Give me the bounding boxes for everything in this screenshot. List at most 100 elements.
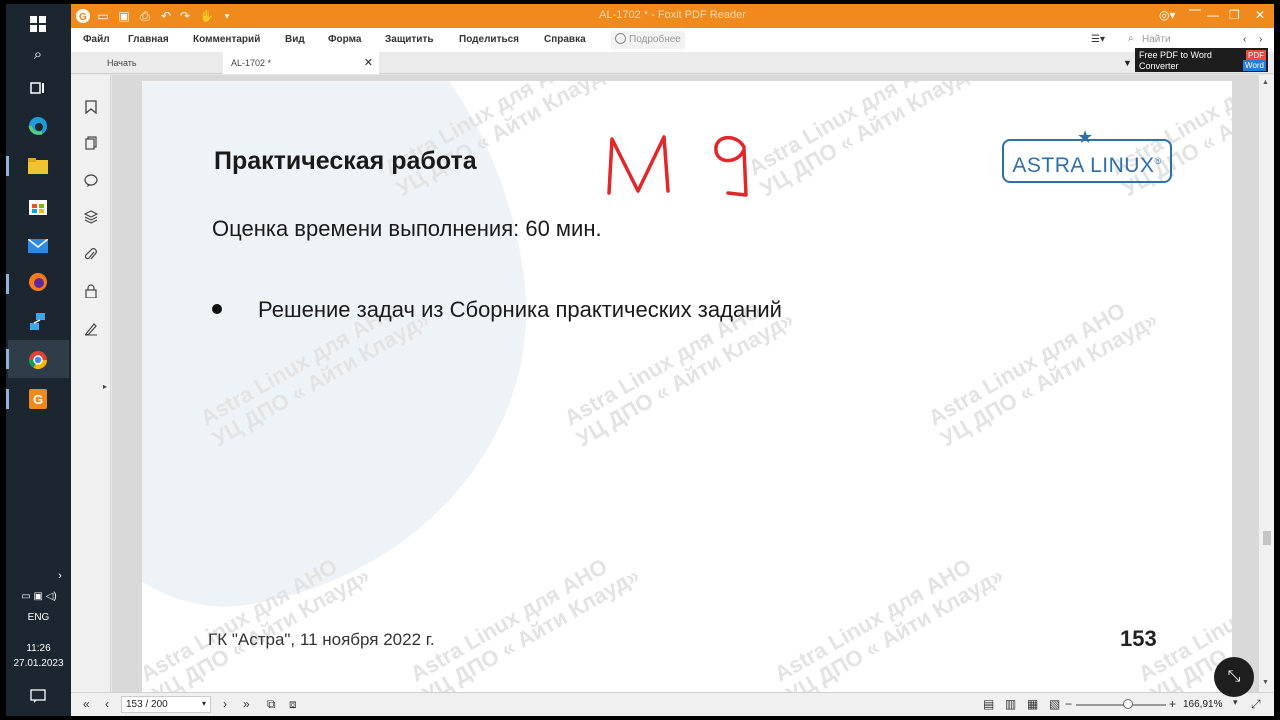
panel-expand-icon[interactable]: ▸	[101, 378, 109, 394]
attachments-icon[interactable]	[83, 247, 99, 263]
collapse-fullscreen-button[interactable]: ⤡	[1214, 657, 1254, 697]
notifications-icon[interactable]	[26, 684, 50, 708]
facing-view-icon[interactable]: ⧈	[289, 697, 297, 712]
search-placeholder: Найти	[1142, 34, 1171, 45]
foxit-reader-icon[interactable]: G	[26, 387, 50, 411]
slide-subtitle: Оценка времени выполнения: 60 мин.	[212, 216, 602, 241]
minimize-icon[interactable]: —	[1207, 8, 1219, 22]
zoom-level[interactable]: 166,91%	[1183, 699, 1222, 710]
tray-icons[interactable]: ▭ ▣ ◁)	[9, 584, 69, 608]
menu-comment[interactable]: Комментарий	[193, 34, 260, 45]
slide-page-number: 153	[1120, 626, 1157, 651]
continuous-view-icon[interactable]: ⧉	[267, 697, 276, 712]
facing-page-icon[interactable]: ▦	[1027, 697, 1038, 711]
watermark: Astra Linux для АНО УЦ ДПО « Айти Клауд»	[923, 297, 1162, 452]
tell-me-box[interactable]: Подробнее	[611, 31, 685, 49]
comments-icon[interactable]	[83, 172, 99, 188]
security-lock-icon[interactable]	[83, 283, 99, 299]
active-indicator	[6, 349, 9, 369]
clock-time[interactable]: 11:26	[6, 643, 71, 654]
search-field[interactable]: ⌕ Найти	[1126, 31, 1216, 49]
clock-date[interactable]: 27.01.2023	[6, 658, 71, 669]
logo-registered-mark: ®	[1154, 156, 1162, 166]
store-icon[interactable]	[26, 194, 50, 218]
single-page-icon[interactable]: ▤	[983, 697, 994, 711]
nav-back-icon[interactable]: ‹	[1243, 34, 1246, 45]
title-bar: G ▭ ▣ ⎙ ↶ ↷ ✋ ▾ AL-1702 * - Foxit PDF Re…	[71, 4, 1274, 28]
menu-home[interactable]: Главная	[128, 34, 169, 45]
continuous-facing-icon[interactable]: ▧	[1049, 697, 1060, 711]
search-options-icon[interactable]: ☰▾	[1091, 34, 1105, 45]
bullet-item: Решение задач из Сборника практических з…	[212, 297, 782, 323]
pdf-page: Astra Linux для АНО УЦ ДПО « Айти Клауд»…	[142, 81, 1232, 692]
menu-protect[interactable]: Защитить	[385, 34, 434, 45]
windows-taskbar: ⌕ G › ▭ ▣ ◁) ENG 11:26 27.01.2023	[6, 4, 71, 716]
svg-text:G: G	[33, 392, 43, 407]
tab-start-label: Начать	[107, 58, 137, 68]
account-icon[interactable]: ◎▾	[1159, 8, 1176, 22]
search-icon[interactable]: ⌕	[26, 42, 50, 66]
ribbon-toggle-icon[interactable]: ⎺	[1189, 8, 1201, 23]
menu-form[interactable]: Форма	[328, 34, 361, 45]
active-indicator	[6, 156, 9, 176]
zoom-out-icon[interactable]: −	[1065, 697, 1072, 711]
network-app-icon[interactable]	[26, 310, 50, 334]
zoom-dropdown-icon[interactable]: ▾	[1233, 697, 1238, 708]
slide-footer: ГК "Астра", 11 ноября 2022 г.	[208, 630, 435, 649]
fullscreen-icon[interactable]: ⤢	[1251, 697, 1261, 712]
tab-list-dropdown-icon[interactable]: ▼	[1123, 58, 1132, 68]
windows-start-icon[interactable]	[26, 12, 50, 36]
signature-icon[interactable]	[83, 321, 99, 337]
first-page-icon[interactable]: «	[83, 697, 90, 711]
layers-icon[interactable]	[83, 209, 99, 225]
edge-browser-icon[interactable]	[26, 114, 50, 138]
screen-frame: ⌕ G › ▭ ▣ ◁) ENG 11:26 27.01.2023 G ▭ ▣ …	[6, 4, 1274, 716]
zoom-in-icon[interactable]: +	[1169, 697, 1176, 711]
menu-view[interactable]: Вид	[285, 34, 305, 45]
scrollbar-thumb[interactable]	[1263, 531, 1271, 545]
menu-help[interactable]: Справка	[544, 34, 586, 45]
logo-text: ASTRA LINUX	[1012, 154, 1155, 177]
next-page-icon[interactable]: ›	[223, 697, 227, 711]
last-page-icon[interactable]: »	[243, 697, 250, 711]
vertical-scrollbar[interactable]: ▲ ▼	[1259, 75, 1274, 692]
page-dropdown-icon[interactable]: ▾	[202, 699, 206, 708]
continuous-page-icon[interactable]: ▥	[1005, 697, 1016, 711]
chrome-icon[interactable]	[26, 348, 50, 372]
file-explorer-icon[interactable]	[26, 154, 50, 178]
zoom-slider[interactable]	[1076, 704, 1166, 706]
previous-page-icon[interactable]: ‹	[105, 697, 109, 711]
scroll-up-icon[interactable]: ▲	[1262, 79, 1269, 86]
tell-me-label: Подробнее	[629, 34, 681, 45]
menu-file[interactable]: Файл	[83, 34, 110, 45]
active-indicator	[6, 389, 9, 409]
task-view-icon[interactable]	[26, 76, 50, 100]
scroll-down-icon[interactable]: ▼	[1262, 679, 1269, 686]
restore-icon[interactable]: ❐	[1229, 8, 1240, 22]
tab-document[interactable]: AL-1702 * ✕	[223, 52, 379, 74]
search-icon: ⌕	[1128, 33, 1134, 44]
pages-icon[interactable]	[83, 135, 99, 151]
watermark: Astra Linux для АНО УЦ ДПО « Айти Клауд»	[743, 81, 982, 202]
astra-linux-logo: ASTRA LINUX®	[1002, 139, 1172, 183]
watermark: Astra Linux для АНО УЦ ДПО « Айти Клауд»	[405, 553, 644, 692]
close-tab-icon[interactable]: ✕	[364, 56, 373, 69]
document-viewport[interactable]: Astra Linux для АНО УЦ ДПО « Айти Клауд»…	[112, 75, 1259, 692]
bullet-text: Решение задач из Сборника практических з…	[258, 297, 782, 322]
pdf-to-word-ad[interactable]: Free PDF to Word Converter PDF Word	[1135, 48, 1268, 72]
menu-share[interactable]: Поделиться	[459, 34, 519, 45]
bullet-dot	[212, 304, 222, 315]
firefox-icon[interactable]	[26, 270, 50, 294]
zoom-slider-knob[interactable]	[1123, 699, 1133, 709]
pdf-reader-window: G ▭ ▣ ⎙ ↶ ↷ ✋ ▾ AL-1702 * - Foxit PDF Re…	[71, 4, 1274, 716]
handwritten-annotation[interactable]: М 9	[604, 131, 754, 201]
bookmark-icon[interactable]	[83, 99, 99, 115]
nav-forward-icon[interactable]: ›	[1259, 34, 1262, 45]
page-number-field[interactable]: 153 / 200 ▾	[121, 696, 211, 713]
close-icon[interactable]: ✕	[1255, 8, 1265, 22]
language-indicator[interactable]: ENG	[6, 612, 71, 623]
lightbulb-icon	[615, 33, 626, 44]
mail-icon[interactable]	[26, 234, 50, 258]
status-bar: « ‹ 153 / 200 ▾ › » ⧉ ⧈ ▤ ▥ ▦ ▧ − + 166,…	[71, 692, 1274, 716]
tab-start[interactable]: Начать	[99, 52, 219, 74]
